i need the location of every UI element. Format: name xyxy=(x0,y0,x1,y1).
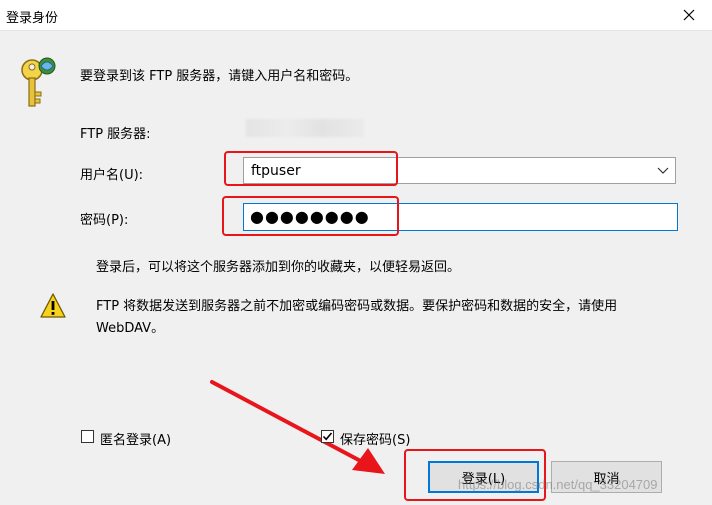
warning-line-2: WebDAV。 xyxy=(96,321,165,336)
server-label: FTP 服务器: xyxy=(80,127,151,142)
password-highlight-box xyxy=(222,196,399,236)
password-label: 密码(P): xyxy=(80,213,129,228)
save-password-checkbox[interactable] xyxy=(321,430,334,443)
window-title: 登录身份 xyxy=(6,11,59,26)
chevron-down-icon[interactable] xyxy=(657,166,669,176)
warning-line-1: FTP 将数据发送到服务器之前不加密或编码密码或数据。要保护密码和数据的安全，请… xyxy=(96,299,618,314)
login-prompt: 要登录到该 FTP 服务器，请键入用户名和密码。 xyxy=(80,69,359,84)
favorites-note: 登录后，可以将这个服务器添加到你的收藏夹，以便轻易返回。 xyxy=(96,260,461,275)
login-highlight-box xyxy=(404,449,546,501)
title-bar: 登录身份 xyxy=(0,0,712,31)
server-address-redacted xyxy=(246,119,364,137)
anonymous-login-label[interactable]: 匿名登录(A) xyxy=(100,429,171,448)
checkmark-icon xyxy=(322,432,333,441)
watermark-text: https://blog.csdn.net/qq_33204709 xyxy=(458,477,658,492)
username-label: 用户名(U): xyxy=(80,168,144,183)
warning-icon xyxy=(40,293,66,318)
annotation-arrow xyxy=(210,380,385,474)
anonymous-login-checkbox[interactable] xyxy=(81,430,94,443)
close-button[interactable] xyxy=(666,0,712,30)
close-icon xyxy=(683,9,695,21)
key-icon xyxy=(21,57,56,107)
save-password-label[interactable]: 保存密码(S) xyxy=(340,429,410,448)
username-highlight-box xyxy=(224,151,398,186)
